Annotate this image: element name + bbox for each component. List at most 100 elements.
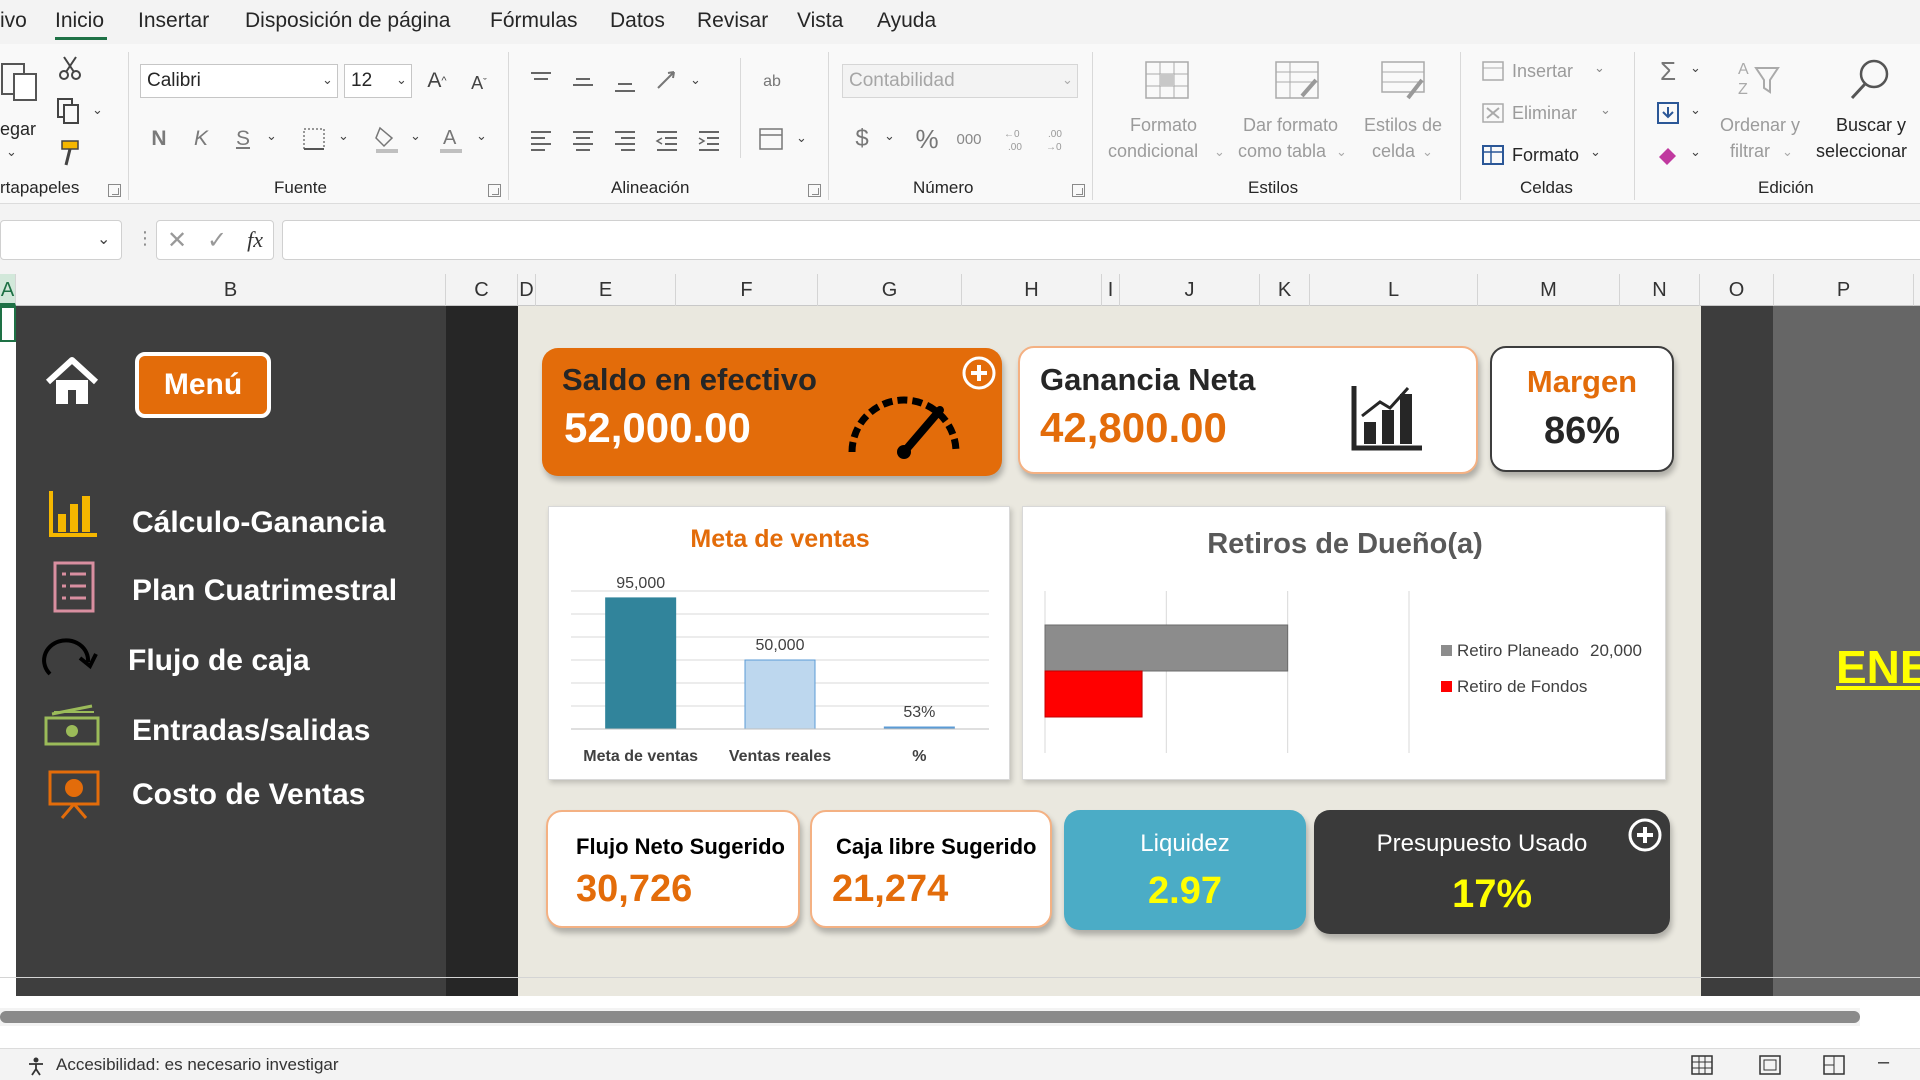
chevron-down-icon[interactable]: ⌄ [410,128,421,144]
tab-inicio[interactable]: Inicio [55,9,104,33]
number-format-select[interactable]: Contabilidad [842,64,1078,98]
chevron-down-icon[interactable]: ⌄ [322,72,333,88]
italic-button[interactable]: K [188,122,214,156]
tab-datos[interactable]: Datos [610,9,665,33]
horizontal-scrollbar[interactable] [0,1008,1860,1026]
chevron-down-icon[interactable]: ⌄ [690,72,701,88]
chevron-down-icon[interactable]: ⌄ [338,128,349,144]
number-launcher-icon[interactable] [1072,184,1085,197]
sidebar-item-flujo-caja[interactable]: Flujo de caja [128,644,310,678]
column-header-l[interactable]: L [1310,274,1478,306]
chevron-down-icon[interactable]: ⌄ [1600,102,1611,118]
column-a-cells[interactable] [0,306,16,996]
column-header-i[interactable]: I [1102,274,1120,306]
cell-styles-label-2[interactable]: celda [1372,138,1415,164]
format-cells-icon[interactable] [1480,142,1506,168]
decrease-indent-icon[interactable] [652,126,682,154]
align-left-icon[interactable] [526,126,556,154]
format-as-table-icon[interactable] [1272,58,1322,102]
paste-label[interactable]: egar [0,116,36,142]
page-break-icon[interactable] [1822,1054,1846,1076]
fill-icon[interactable] [1654,98,1682,128]
formula-input[interactable] [282,220,1920,260]
sidebar-item-entradas-salidas[interactable]: Entradas/salidas [132,714,370,748]
format-as-table-label-1[interactable]: Dar formato [1243,112,1338,138]
name-box[interactable]: ⌄ [0,220,122,260]
underline-button[interactable]: S [230,122,256,156]
menu-button[interactable]: Menú [135,352,271,418]
orientation-icon[interactable] [652,66,686,94]
accessibility-status[interactable]: Accesibilidad: es necesario investigar [56,1055,339,1075]
align-right-icon[interactable] [610,126,640,154]
cut-icon[interactable] [56,54,84,82]
copy-icon[interactable] [54,96,84,126]
column-header-p[interactable]: P [1774,274,1914,306]
column-header-g[interactable]: G [818,274,962,306]
column-header-c[interactable]: C [446,274,518,306]
cell-styles-icon[interactable] [1378,58,1428,102]
normal-view-icon[interactable] [1690,1054,1714,1076]
insert-cells-label[interactable]: Insertar [1512,58,1573,84]
chevron-down-icon[interactable]: ⌄ [1336,144,1347,160]
column-header-k[interactable]: K [1260,274,1310,306]
chevron-down-icon[interactable]: ⌄ [266,128,277,144]
chevron-down-icon[interactable]: ⌄ [1422,144,1433,160]
add-circle-icon[interactable] [1628,818,1662,852]
month-label[interactable]: ENE [1836,640,1920,694]
sort-filter-label-2[interactable]: filtrar [1730,138,1770,164]
shrink-font-icon[interactable]: Aˇ [462,66,496,100]
thousands-button[interactable]: 000 [952,124,986,154]
font-name-select[interactable]: Calibri [140,64,338,98]
align-top-icon[interactable] [526,68,556,92]
column-header-a[interactable]: A [0,274,16,306]
sort-filter-icon[interactable]: AZ [1734,54,1784,104]
increase-decimal-icon[interactable]: ←0.00 [998,122,1032,156]
find-select-icon[interactable] [1844,54,1894,104]
sort-filter-label-1[interactable]: Ordenar y [1720,112,1800,138]
bold-button[interactable]: N [146,122,172,156]
column-header-b[interactable]: B [16,274,446,306]
chevron-down-icon[interactable]: ⌄ [884,128,895,144]
format-as-table-label-2[interactable]: como tabla [1238,138,1326,164]
column-header-j[interactable]: J [1120,274,1260,306]
chevron-down-icon[interactable]: ⌄ [1214,144,1225,160]
align-center-icon[interactable] [568,126,598,154]
align-middle-icon[interactable] [568,70,598,94]
add-circle-icon[interactable] [962,356,996,390]
chevron-down-icon[interactable]: ⌄ [1690,102,1701,118]
format-cells-label[interactable]: Formato [1512,142,1579,168]
column-header-m[interactable]: M [1478,274,1620,306]
insert-function-icon[interactable]: fx [247,227,263,253]
wrap-text-icon[interactable]: ab [756,66,788,98]
tab-ayuda[interactable]: Ayuda [877,9,936,33]
column-header-h[interactable]: H [962,274,1102,306]
tab-archivo[interactable]: ivo [0,9,27,33]
font-color-icon[interactable]: A [436,122,466,156]
sidebar-item-costo-ventas[interactable]: Costo de Ventas [132,778,365,812]
scrollbar-thumb[interactable] [0,1011,1860,1023]
percent-button[interactable]: % [912,122,942,156]
chevron-down-icon[interactable]: ⌄ [1690,144,1701,160]
clipboard-launcher-icon[interactable] [108,184,121,197]
accessibility-icon[interactable] [26,1056,46,1076]
delete-cells-label[interactable]: Eliminar [1512,100,1577,126]
worksheet[interactable]: Menú Cálculo-Ganancia Plan Cuatrimestral… [0,306,1920,996]
currency-button[interactable]: $ [850,122,874,156]
confirm-entry-icon[interactable]: ✓ [207,226,227,255]
meta-ventas-chart[interactable]: Meta de ventas 95,000 Meta de ventas 50,000… [548,506,1010,780]
column-header-e[interactable]: E [536,274,676,306]
page-layout-icon[interactable] [1758,1054,1782,1076]
column-header-n[interactable]: N [1620,274,1700,306]
conditional-format-label-2[interactable]: condicional [1108,138,1198,164]
home-icon[interactable] [44,356,100,410]
chevron-down-icon[interactable]: ⌄ [1690,60,1701,76]
sidebar-item-calculo-ganancia[interactable]: Cálculo-Ganancia [132,506,385,540]
format-painter-icon[interactable] [54,138,84,168]
cell-styles-label-1[interactable]: Estilos de [1364,112,1442,138]
borders-icon[interactable] [300,124,328,154]
align-bottom-icon[interactable] [610,72,640,96]
chevron-down-icon[interactable]: ⌄ [396,72,407,88]
column-header-d[interactable]: D [518,274,536,306]
tab-insertar[interactable]: Insertar [138,9,209,33]
chevron-down-icon[interactable]: ⌄ [1062,72,1073,88]
